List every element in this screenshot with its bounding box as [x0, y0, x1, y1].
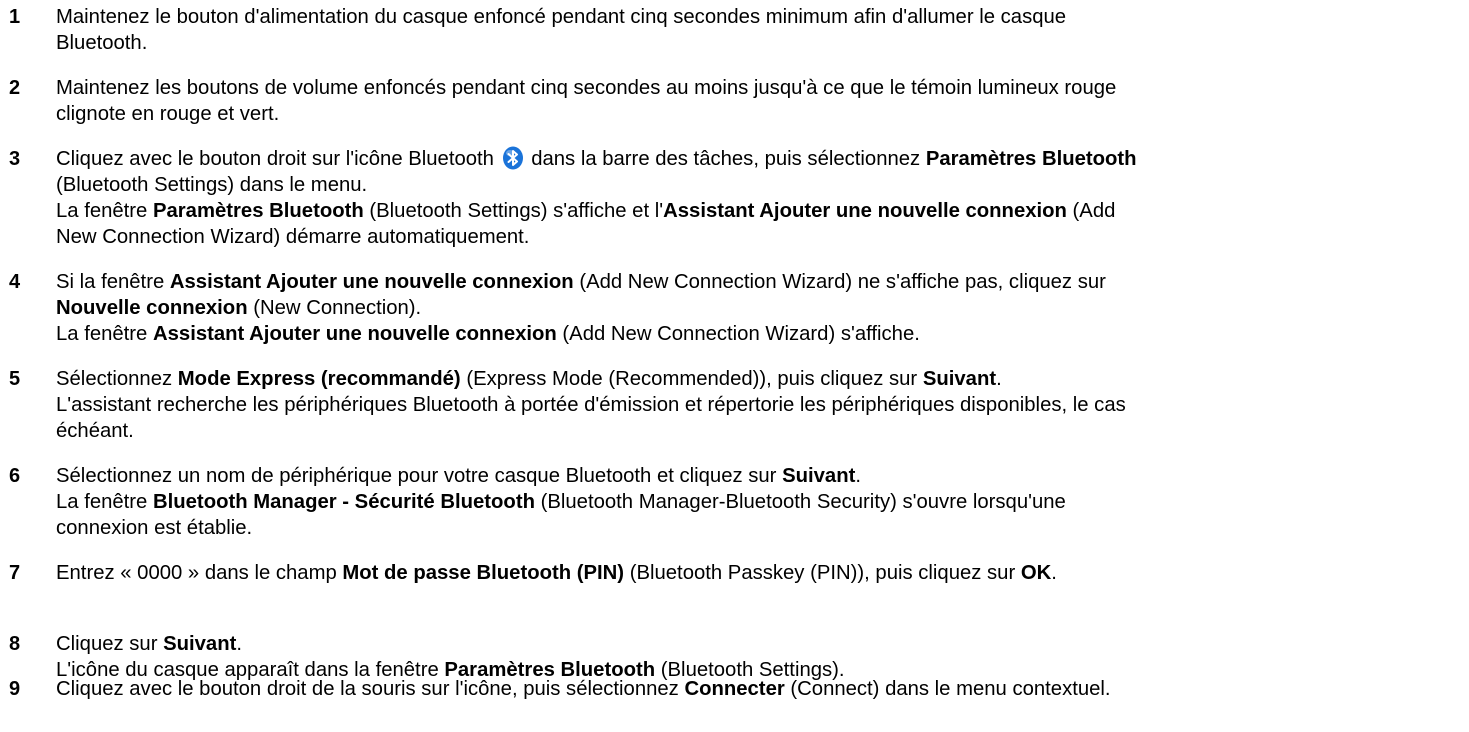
ui-term: Nouvelle connexion	[56, 297, 248, 319]
text-run: .	[996, 368, 1002, 390]
text-line: Si la fenêtre Assistant Ajouter une nouv…	[56, 269, 1461, 295]
text-run: New Connection Wizard) démarre automatiq…	[56, 226, 530, 248]
text-run: (Connect) dans le menu contextuel.	[784, 678, 1111, 700]
text-line: Cliquez sur Suivant.	[56, 631, 1461, 657]
text-run: Maintenez le bouton d'alimentation du ca…	[56, 6, 1067, 28]
step-text: Si la fenêtre Assistant Ajouter une nouv…	[56, 269, 1461, 347]
text-line: Sélectionnez Mode Express (recommandé) (…	[56, 366, 1461, 392]
text-line: Sélectionnez un nom de périphérique pour…	[56, 463, 1461, 489]
text-line: Nouvelle connexion (New Connection).	[56, 295, 1461, 321]
text-run: Sélectionnez	[56, 368, 178, 390]
ui-term: Suivant	[163, 633, 237, 655]
text-run: .	[1051, 562, 1057, 584]
step-number: 6	[9, 465, 21, 487]
ui-term: Paramètres Bluetooth	[152, 200, 364, 222]
ui-term: Paramètres Bluetooth	[925, 148, 1137, 170]
text-run: (Bluetooth Settings) dans le menu.	[56, 174, 368, 196]
text-run: Maintenez les boutons de volume enfoncés…	[56, 77, 1117, 99]
text-run: (New Connection).	[247, 297, 422, 319]
text-line: Maintenez le bouton d'alimentation du ca…	[56, 4, 1461, 30]
text-run: .	[855, 465, 861, 487]
step-number: 4	[9, 271, 21, 293]
step-number: 8	[9, 633, 21, 655]
step-text: Entrez « 0000 » dans le champ Mot de pas…	[56, 560, 1461, 586]
text-run: (Add	[1066, 200, 1116, 222]
step-number: 5	[9, 368, 21, 390]
text-run: clignote en rouge et vert.	[56, 103, 280, 125]
text-line: L'assistant recherche les périphériques …	[56, 392, 1461, 418]
text-line: La fenêtre Bluetooth Manager - Sécurité …	[56, 489, 1461, 515]
ui-term: Mot de passe Bluetooth (PIN)	[342, 562, 625, 584]
text-line: Bluetooth.	[56, 30, 1461, 56]
step-text: Sélectionnez Mode Express (recommandé) (…	[56, 366, 1461, 444]
bluetooth-icon	[502, 146, 524, 170]
text-run: Cliquez avec le bouton droit sur l'icône…	[56, 148, 500, 170]
instruction-document: 1 Maintenez le bouton d'alimentation du c…	[0, 0, 1469, 732]
step-number: 9	[9, 678, 21, 700]
text-run: Entrez « 0000 » dans le champ	[56, 562, 343, 584]
text-run: Cliquez sur	[56, 633, 164, 655]
text-run: Si la fenêtre	[56, 271, 170, 293]
text-line: clignote en rouge et vert.	[56, 101, 1461, 127]
ui-term: Assistant Ajouter une nouvelle connexion	[169, 271, 574, 293]
ui-term: Mode Express (recommandé)	[177, 368, 461, 390]
step-number: 2	[9, 77, 21, 99]
text-run: Cliquez avec le bouton droit de la souri…	[56, 678, 685, 700]
text-run: La fenêtre	[56, 200, 153, 222]
text-line: La fenêtre Paramètres Bluetooth (Bluetoo…	[56, 198, 1461, 224]
ui-term: Suivant	[922, 368, 997, 390]
text-run: Bluetooth.	[56, 32, 148, 54]
text-run: La fenêtre	[56, 323, 153, 345]
ui-term: OK	[1020, 562, 1052, 584]
text-run: échéant.	[56, 420, 134, 442]
step-text: Cliquez avec le bouton droit sur l'icône…	[56, 146, 1461, 250]
text-run: (Add New Connection Wizard) ne s'affiche…	[573, 271, 1106, 293]
step-text: Cliquez avec le bouton droit de la souri…	[56, 676, 1461, 702]
text-line: Maintenez les boutons de volume enfoncés…	[56, 75, 1461, 101]
text-line: Cliquez avec le bouton droit de la souri…	[56, 676, 1461, 702]
text-line: échéant.	[56, 418, 1461, 444]
step-text: Sélectionnez un nom de périphérique pour…	[56, 463, 1461, 541]
text-run: (Bluetooth Passkey (PIN)), puis cliquez …	[624, 562, 1021, 584]
text-run: (Bluetooth Settings) s'affiche et l'	[363, 200, 664, 222]
step-text: Maintenez le bouton d'alimentation du ca…	[56, 4, 1461, 56]
text-run: Sélectionnez un nom de périphérique pour…	[56, 465, 783, 487]
text-line: Cliquez avec le bouton droit sur l'icône…	[56, 146, 1461, 172]
ui-term: Connecter	[684, 678, 785, 700]
text-line: Entrez « 0000 » dans le champ Mot de pas…	[56, 560, 1461, 586]
text-line: La fenêtre Assistant Ajouter une nouvell…	[56, 321, 1461, 347]
text-run: dans la barre des tâches, puis sélection…	[525, 148, 926, 170]
ui-term: Bluetooth Manager - Sécurité Bluetooth	[152, 491, 535, 513]
text-run: L'assistant recherche les périphériques …	[56, 394, 1126, 416]
step-number: 1	[9, 6, 21, 28]
step-text: Maintenez les boutons de volume enfoncés…	[56, 75, 1461, 127]
step-number: 7	[9, 562, 21, 584]
text-run: (Add New Connection Wizard) s'affiche.	[556, 323, 920, 345]
ui-term: Assistant Ajouter une nouvelle connexion	[152, 323, 557, 345]
text-run: (Bluetooth Manager-Bluetooth Security) s…	[534, 491, 1066, 513]
text-line: New Connection Wizard) démarre automatiq…	[56, 224, 1461, 250]
step-number: 3	[9, 148, 21, 170]
text-run: (Express Mode (Recommended)), puis cliqu…	[460, 368, 923, 390]
text-line: (Bluetooth Settings) dans le menu.	[56, 172, 1461, 198]
text-run: La fenêtre	[56, 491, 153, 513]
ui-term: Suivant	[782, 465, 856, 487]
text-run: connexion est établie.	[56, 517, 253, 539]
ui-term: Assistant Ajouter une nouvelle connexion	[663, 200, 1067, 222]
text-line: connexion est établie.	[56, 515, 1461, 541]
text-run: .	[236, 633, 242, 655]
